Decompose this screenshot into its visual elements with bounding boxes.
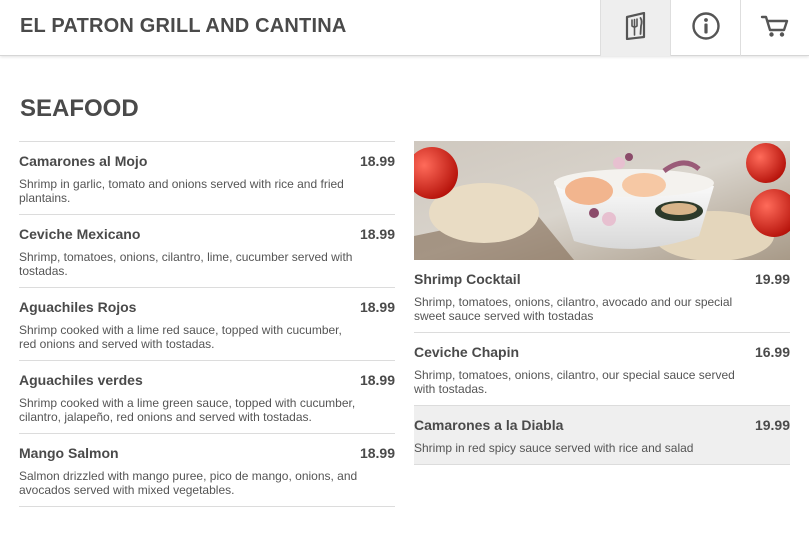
menu-button[interactable]: [600, 0, 670, 56]
section-title: SEAFOOD: [20, 95, 139, 122]
item-description: Shrimp, tomatoes, onions, cilantro, lime…: [19, 250, 353, 278]
item-description: Shrimp in garlic, tomato and onions serv…: [19, 177, 344, 205]
item-name: Ceviche Mexicano: [19, 226, 141, 242]
item-price: 18.99: [359, 226, 395, 242]
item-name: Mango Salmon: [19, 445, 119, 461]
info-icon: [691, 11, 721, 46]
item-price: 19.99: [754, 271, 790, 287]
item-name: Ceviche Chapin: [414, 344, 520, 360]
item-description: Shrimp cooked with a lime green sauce, t…: [19, 396, 356, 424]
menu-fork-knife-icon: [624, 11, 648, 45]
item-description: Salmon drizzled with mango puree, pico d…: [19, 469, 358, 497]
item-name: Shrimp Cocktail: [414, 271, 521, 287]
item-name: Camarones al Mojo: [19, 153, 148, 169]
item-price: 18.99: [359, 153, 395, 169]
cart-button[interactable]: [740, 0, 809, 56]
item-price: 16.99: [754, 344, 790, 360]
item-description: Shrimp, tomatoes, onions, cilantro, avoc…: [414, 295, 733, 323]
top-bar: EL PATRON GRILL AND CANTINA: [0, 0, 809, 56]
menu-item[interactable]: Shrimp Cocktail 19.99 Shrimp, tomatoes, …: [414, 260, 790, 333]
menu-item[interactable]: Ceviche Chapin 16.99 Shrimp, tomatoes, o…: [414, 333, 790, 406]
menu-item[interactable]: Aguachiles verdes 18.99 Shrimp cooked wi…: [19, 361, 395, 434]
restaurant-title[interactable]: EL PATRON GRILL AND CANTINA: [20, 15, 347, 38]
menu-list-left: Camarones al Mojo 18.99 Shrimp in garlic…: [19, 141, 395, 507]
cart-icon: [760, 13, 790, 44]
menu-item[interactable]: Mango Salmon 18.99 Salmon drizzled with …: [19, 434, 395, 507]
item-description: Shrimp in red spicy sauce served with ri…: [414, 441, 694, 455]
item-description: Shrimp cooked with a lime red sauce, top…: [19, 323, 342, 351]
item-name: Camarones a la Diabla: [414, 417, 564, 433]
item-name: Aguachiles verdes: [19, 372, 143, 388]
menu-item[interactable]: Ceviche Mexicano 18.99 Shrimp, tomatoes,…: [19, 215, 395, 288]
item-price: 18.99: [359, 372, 395, 388]
seafood-photo: [414, 141, 790, 260]
item-price: 18.99: [359, 445, 395, 461]
menu-item[interactable]: Camarones al Mojo 18.99 Shrimp in garlic…: [19, 142, 395, 215]
menu-item[interactable]: Aguachiles Rojos 18.99 Shrimp cooked wit…: [19, 288, 395, 361]
item-name: Aguachiles Rojos: [19, 299, 137, 315]
menu-list-right: Shrimp Cocktail 19.99 Shrimp, tomatoes, …: [414, 141, 790, 465]
item-price: 18.99: [359, 299, 395, 315]
info-button[interactable]: [670, 0, 740, 56]
item-price: 19.99: [754, 417, 790, 433]
item-description: Shrimp, tomatoes, onions, cilantro, our …: [414, 368, 735, 396]
menu-item[interactable]: Camarones a la Diabla 19.99 Shrimp in re…: [414, 406, 790, 465]
